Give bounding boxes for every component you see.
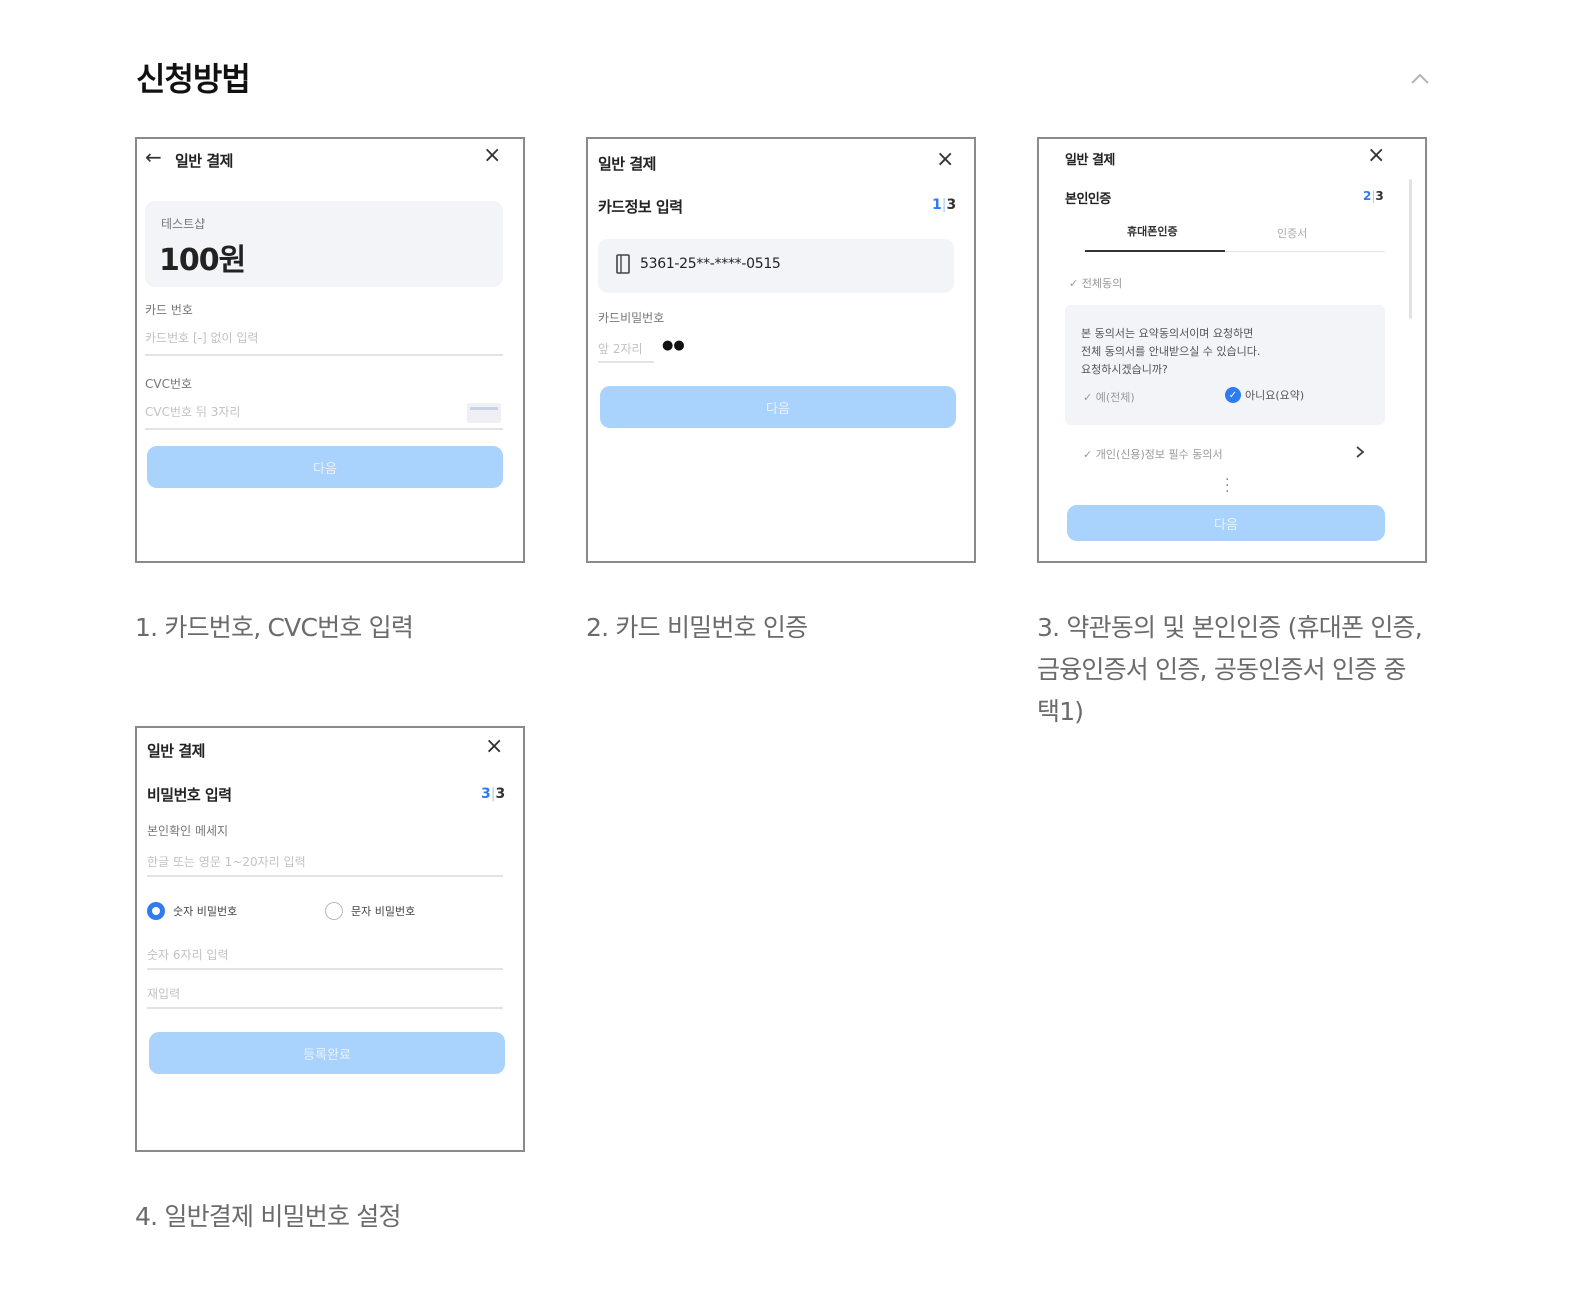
- radio-number-pw: 숫자 비밀번호: [147, 902, 237, 920]
- card-number-label: 카드 번호: [145, 303, 193, 317]
- chevron-up-icon: [1411, 73, 1429, 84]
- back-arrow-icon: ←: [145, 145, 162, 169]
- card-number: 5361-25**-****-0515: [640, 256, 781, 272]
- radio-selected-icon: [147, 902, 165, 920]
- step-3-caption: 3. 약관동의 및 본인인증 (휴대폰 인증, 금융인증서 인증, 공동인증서 …: [1037, 613, 1423, 726]
- register-button: 등록완료: [149, 1032, 505, 1074]
- scrollbar: [1409, 179, 1412, 319]
- more-dots-icon: · · ·: [1225, 472, 1230, 500]
- close-icon: ×: [485, 734, 504, 759]
- tab-phone: 휴대폰인증: [1127, 225, 1178, 238]
- screen-subtitle: 비밀번호 입력: [147, 786, 232, 804]
- next-button: 다음: [147, 446, 503, 488]
- close-icon: ×: [483, 143, 502, 168]
- step-3-screenshot: 일반 결제 × 본인인증 2|3 휴대폰인증 인증서 ✓ 전체동의 본 동의서는…: [1037, 137, 1427, 563]
- radio-char-pw: 문자 비밀번호: [325, 902, 415, 920]
- screen-subtitle: 카드정보 입력: [598, 198, 683, 216]
- radio-empty-icon: [325, 902, 343, 920]
- step-4-screenshot: 일반 결제 × 비밀번호 입력 3|3 본인확인 메세지 한글 또는 영문 1~…: [135, 726, 525, 1152]
- screen-title: 일반 결제: [598, 155, 656, 173]
- screen-title: 일반 결제: [147, 742, 205, 760]
- step-1: ← 일반 결제 × 테스트샵 100원 카드 번호 카드번호 [-] 없이 입력…: [135, 137, 525, 649]
- step-2-caption: 2. 카드 비밀번호 인증: [586, 613, 808, 642]
- step-4: 일반 결제 × 비밀번호 입력 3|3 본인확인 메세지 한글 또는 영문 1~…: [135, 726, 525, 1238]
- pw-reenter-input: 재입력: [147, 987, 181, 1001]
- step-3: 일반 결제 × 본인인증 2|3 휴대폰인증 인증서 ✓ 전체동의 본 동의서는…: [1037, 137, 1427, 733]
- next-button: 다음: [1067, 505, 1385, 541]
- card-icon: [616, 254, 630, 274]
- amount: 100원: [159, 243, 246, 278]
- next-button: 다음: [600, 386, 956, 428]
- msg-label: 본인확인 메세지: [147, 824, 229, 838]
- msg-input: 한글 또는 영문 1~20자리 입력: [147, 855, 306, 869]
- screen-subtitle: 본인인증: [1065, 192, 1111, 207]
- screen-title: 일반 결제: [175, 152, 233, 170]
- card-pw-dots: ●●: [662, 338, 685, 353]
- card-pw-input: 앞 2자리: [598, 342, 643, 356]
- consent-item: ✓ 개인(신용)정보 필수 동의서: [1083, 448, 1223, 461]
- step-1-screenshot: ← 일반 결제 × 테스트샵 100원 카드 번호 카드번호 [-] 없이 입력…: [135, 137, 525, 563]
- tab-cert: 인증서: [1277, 227, 1308, 240]
- step-indicator: 3|3: [481, 786, 506, 802]
- close-icon: ×: [936, 147, 955, 172]
- cvc-input: CVC번호 뒤 3자리: [145, 405, 241, 419]
- chevron-right-icon: [1356, 446, 1365, 458]
- step-2-screenshot: 일반 결제 × 카드정보 입력 1|3 5361-25**-****-0515 …: [586, 137, 976, 563]
- pw-input: 숫자 6자리 입력: [147, 948, 229, 962]
- step-2: 일반 결제 × 카드정보 입력 1|3 5361-25**-****-0515 …: [586, 137, 976, 649]
- option-no: ✓ 아니요(요약): [1225, 387, 1304, 403]
- collapse-button[interactable]: [1400, 62, 1440, 96]
- card-back-icon: [467, 403, 501, 423]
- shop-name: 테스트샵: [161, 217, 206, 231]
- agree-all: ✓ 전체동의: [1069, 277, 1123, 290]
- cvc-label: CVC번호: [145, 377, 193, 391]
- option-yes: ✓ 예(전체): [1083, 391, 1135, 404]
- step-indicator: 2|3: [1363, 189, 1384, 203]
- screen-title: 일반 결제: [1065, 153, 1115, 168]
- step-indicator: 1|3: [932, 197, 957, 213]
- check-circle-icon: ✓: [1225, 387, 1241, 403]
- section-title: 신청방법: [136, 60, 251, 98]
- step-4-caption: 4. 일반결제 비밀번호 설정: [135, 1202, 402, 1231]
- close-icon: ×: [1367, 143, 1386, 168]
- card-pw-label: 카드비밀번호: [598, 311, 665, 325]
- card-number-input: 카드번호 [-] 없이 입력: [145, 331, 259, 345]
- notice-text: 본 동의서는 요약동의서이며 요청하면 전체 동의서를 안내받으실 수 있습니다…: [1081, 327, 1261, 376]
- step-1-caption: 1. 카드번호, CVC번호 입력: [135, 613, 414, 642]
